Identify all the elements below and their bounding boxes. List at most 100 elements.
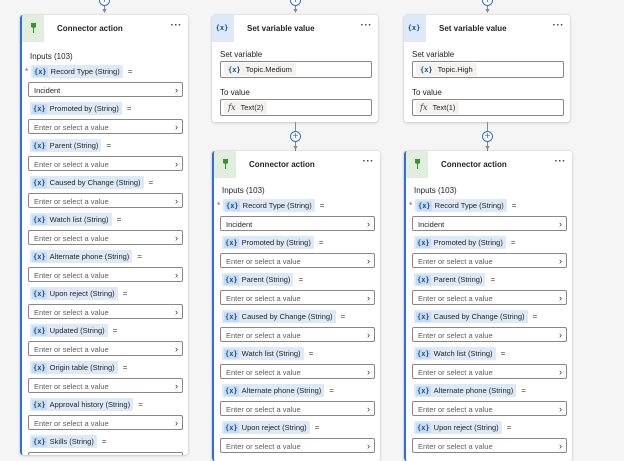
chevron-right-icon[interactable]: ›: [367, 330, 370, 340]
equals-sign: =: [308, 349, 314, 358]
parameter-name: Upon reject (String): [49, 289, 115, 298]
chevron-right-icon[interactable]: ›: [175, 418, 178, 428]
parameter-name: Caused by Change (String): [241, 312, 333, 321]
add-node-button[interactable]: +: [99, 0, 110, 6]
chevron-right-icon[interactable]: ›: [559, 441, 562, 451]
arrow-icon: ▼: [292, 8, 299, 15]
parameter-value-field[interactable]: Enter or select a value›: [28, 452, 183, 455]
chevron-right-icon[interactable]: ›: [559, 256, 562, 266]
field-value: Enter or select a value: [226, 405, 301, 414]
parameter-value-field[interactable]: Enter or select a value›: [220, 327, 375, 342]
variable-icon: {x}: [224, 311, 239, 322]
parameter-value-field[interactable]: Enter or select a value ›: [28, 304, 183, 319]
parameter-value-field[interactable]: Enter or select a value›: [28, 415, 183, 430]
equals-sign: =: [116, 215, 122, 224]
parameter-tag: {x} Alternate phone (String): [414, 384, 517, 397]
parameter-tag: {x} Approval history (String): [30, 398, 134, 411]
parameter-name: Caused by Change (String): [433, 312, 525, 321]
parameter-value-field[interactable]: Incident ›: [412, 216, 567, 231]
parameter-value-field[interactable]: Enter or select a value›: [220, 438, 375, 453]
chevron-right-icon[interactable]: ›: [175, 381, 178, 391]
connector-icon: [220, 159, 230, 169]
card-header: {x} Set variable value ···: [212, 15, 378, 42]
chevron-right-icon[interactable]: ›: [175, 122, 178, 132]
connector-icon: [28, 23, 38, 33]
parameter-tag: {x} Upon reject (String): [414, 421, 502, 434]
parameter-value-field[interactable]: Enter or select a value›: [28, 267, 183, 282]
chevron-right-icon[interactable]: ›: [175, 307, 178, 317]
chevron-right-icon[interactable]: ›: [559, 330, 562, 340]
parameter-value-field[interactable]: Enter or select a value ›: [220, 401, 375, 416]
chevron-right-icon[interactable]: ›: [175, 344, 178, 354]
parameter-value-field[interactable]: Enter or select a value›: [220, 290, 375, 305]
equals-sign: =: [340, 312, 346, 321]
parameter-value-field[interactable]: Enter or select a value›: [28, 341, 183, 356]
set-variable-field[interactable]: {x} Topic.High: [412, 61, 564, 78]
equals-sign: =: [126, 104, 132, 113]
set-variable-card[interactable]: {x} Set variable value ··· Set variable …: [404, 15, 570, 122]
parameter-value-field[interactable]: Enter or select a value›: [28, 193, 183, 208]
add-node-button[interactable]: +: [290, 131, 301, 142]
variable-icon: {x}: [32, 325, 47, 336]
parameter-name: Record Type (String): [50, 67, 120, 76]
chevron-right-icon[interactable]: ›: [175, 196, 178, 206]
chevron-right-icon[interactable]: ›: [559, 404, 562, 414]
parameter-value-field[interactable]: Incident ›: [220, 216, 375, 231]
chevron-right-icon[interactable]: ›: [175, 270, 178, 280]
chevron-right-icon[interactable]: ›: [175, 233, 178, 243]
chevron-right-icon[interactable]: ›: [175, 85, 178, 95]
parameter-value-field[interactable]: Enter or select a value›: [220, 364, 375, 379]
variable-name: Topic.High: [437, 65, 473, 74]
chevron-right-icon[interactable]: ›: [559, 293, 562, 303]
chevron-right-icon[interactable]: ›: [367, 404, 370, 414]
parameter-value-field[interactable]: Enter or select a value›: [412, 253, 567, 268]
chevron-right-icon[interactable]: ›: [175, 159, 178, 169]
add-node-button[interactable]: +: [482, 0, 493, 6]
variable-icon: {x}: [32, 288, 47, 299]
parameter-name: Updated (String): [49, 326, 105, 335]
input-parameter: {x} Promoted by (String) =: [30, 102, 132, 115]
parameter-value-field[interactable]: Enter or select a value›: [412, 290, 567, 305]
parameter-value-field[interactable]: Enter or select a value›: [28, 378, 183, 393]
field-value: Enter or select a value: [34, 308, 109, 317]
to-value-field[interactable]: fx Text(2): [220, 99, 372, 116]
parameter-value-field[interactable]: Enter or select a value›: [412, 438, 567, 453]
chevron-right-icon[interactable]: ›: [367, 367, 370, 377]
add-node-button[interactable]: +: [290, 0, 301, 6]
field-value: Enter or select a value: [418, 405, 493, 414]
chevron-right-icon[interactable]: ›: [559, 367, 562, 377]
parameter-value-field[interactable]: Enter or select a value›: [28, 156, 183, 171]
more-options-icon[interactable]: ···: [553, 20, 565, 31]
parameter-value-field[interactable]: Enter or select a value›: [28, 230, 183, 245]
set-variable-card[interactable]: {x} Set variable value ··· Set variable …: [212, 15, 378, 122]
set-variable-field[interactable]: {x} Topic.Medium: [220, 61, 372, 78]
chevron-right-icon[interactable]: ›: [367, 219, 370, 229]
equals-sign: =: [319, 201, 325, 210]
chevron-right-icon[interactable]: ›: [367, 293, 370, 303]
parameter-value-field[interactable]: Enter or select a value ›: [412, 401, 567, 416]
equals-sign: =: [500, 349, 506, 358]
more-options-icon[interactable]: ···: [361, 20, 373, 31]
parameter-name: Origin table (String): [49, 363, 115, 372]
more-options-icon[interactable]: ···: [363, 156, 375, 167]
parameter-value-field[interactable]: Incident ›: [28, 82, 183, 97]
connector-action-card[interactable]: Connector action ··· Inputs (103) * {x} Re…: [20, 15, 188, 455]
add-node-button[interactable]: +: [482, 131, 493, 142]
parameter-value-field[interactable]: Enter or select a value›: [412, 364, 567, 379]
connector-action-card[interactable]: Connector action ··· Inputs (103) * {x} Re…: [212, 151, 380, 461]
more-options-icon[interactable]: ···: [171, 20, 183, 31]
connector-action-card[interactable]: Connector action ··· Inputs (103) * {x} Re…: [404, 151, 572, 461]
equals-sign: =: [127, 67, 133, 76]
to-value-field[interactable]: fx Text(1): [412, 99, 564, 116]
chevron-right-icon[interactable]: ›: [559, 219, 562, 229]
arrow-icon: ▼: [484, 8, 491, 15]
input-parameter: {x} Caused by Change (String) =: [222, 310, 345, 323]
more-options-icon[interactable]: ···: [555, 156, 567, 167]
parameter-value-field[interactable]: Enter or select a value›: [220, 253, 375, 268]
parameter-name: Caused by Change (String): [49, 178, 141, 187]
parameter-value-field[interactable]: Enter or select a value›: [412, 327, 567, 342]
chevron-right-icon[interactable]: ›: [367, 441, 370, 451]
chevron-right-icon[interactable]: ›: [367, 256, 370, 266]
parameter-value-field[interactable]: Enter or select a value›: [28, 119, 183, 134]
variable-icon: {x}: [32, 140, 47, 151]
